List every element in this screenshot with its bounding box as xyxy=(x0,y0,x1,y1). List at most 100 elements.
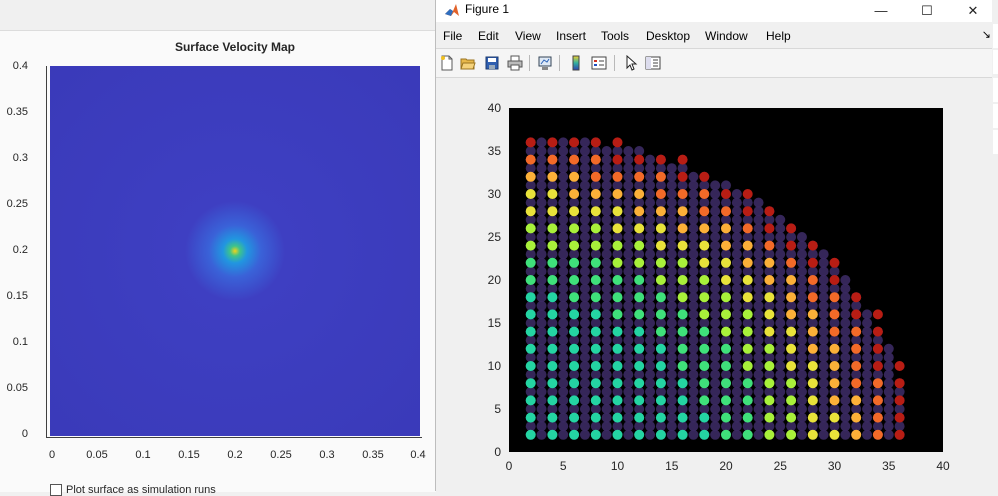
scatter-point xyxy=(731,369,742,380)
menu-view[interactable]: View xyxy=(515,29,541,43)
scatter-point xyxy=(645,189,656,199)
scatter-point xyxy=(623,206,634,217)
title-bar[interactable]: Figure 1 — ☐ ✕ xyxy=(436,0,998,22)
scatter-point xyxy=(862,343,873,354)
scatter-point xyxy=(807,412,818,423)
menu-tools[interactable]: Tools xyxy=(601,29,629,43)
scatter-point xyxy=(721,421,731,432)
y-tick-label: 0 xyxy=(494,445,501,459)
open-file-icon[interactable] xyxy=(460,55,476,71)
scatter-point xyxy=(569,386,580,397)
scatter-point xyxy=(590,309,601,320)
scatter-point xyxy=(666,378,677,389)
scatter-point xyxy=(558,163,569,174)
scatter-point xyxy=(579,206,590,217)
scatter-point xyxy=(536,275,547,285)
save-icon[interactable] xyxy=(484,55,500,71)
scatter-point xyxy=(547,232,558,242)
scatter-point xyxy=(579,335,590,346)
scatter-point xyxy=(645,300,656,311)
pointer-icon[interactable] xyxy=(623,55,639,71)
scatter-point xyxy=(612,292,623,303)
scatter-point xyxy=(569,326,580,337)
scatter-point xyxy=(796,369,807,380)
colorbar-icon[interactable] xyxy=(568,55,584,71)
scatter-point xyxy=(721,309,731,320)
scatter-point xyxy=(894,378,905,389)
scatter-point xyxy=(547,343,558,354)
scatter-point xyxy=(601,309,612,320)
minimize-button[interactable]: — xyxy=(858,0,904,22)
scatter-point xyxy=(645,343,656,354)
scatter-point xyxy=(579,266,590,277)
scatter-point xyxy=(645,429,656,440)
scatter-point xyxy=(775,275,786,285)
scatter-point xyxy=(786,318,797,328)
y-tick-label: 15 xyxy=(488,316,502,330)
menu-window[interactable]: Window xyxy=(705,29,748,43)
scatter-point xyxy=(699,421,710,432)
scatter-point xyxy=(666,232,677,242)
scatter-point xyxy=(525,352,536,363)
legend-icon[interactable] xyxy=(591,55,607,71)
scatter-point xyxy=(623,318,634,328)
y-tick-label: 0.15 xyxy=(6,290,28,302)
scatter-point xyxy=(623,180,634,191)
plot-surface-checkbox-row[interactable]: Plot surface as simulation runs xyxy=(50,484,216,496)
close-button[interactable]: ✕ xyxy=(950,0,996,22)
scatter-point xyxy=(818,249,829,260)
scatter-point xyxy=(764,249,775,260)
scatter-point xyxy=(699,404,710,414)
scatter-point xyxy=(569,352,580,363)
scatter-point xyxy=(851,318,862,328)
print-icon[interactable] xyxy=(507,55,523,71)
scatter-point xyxy=(851,421,862,432)
scatter-point xyxy=(623,240,634,251)
scatter-point xyxy=(666,404,677,414)
scatter-point xyxy=(569,361,580,371)
scatter-point xyxy=(634,180,645,191)
scatter-point xyxy=(590,352,601,363)
property-editor-icon[interactable] xyxy=(645,55,661,71)
scatter-point xyxy=(742,266,753,277)
plot-surface-checkbox[interactable] xyxy=(50,484,62,496)
maximize-button[interactable]: ☐ xyxy=(904,0,950,22)
scatter-point xyxy=(601,429,612,440)
scatter-point xyxy=(721,300,731,311)
scatter-point xyxy=(840,404,851,414)
scatter-point xyxy=(612,369,623,380)
scatter-point xyxy=(547,404,558,414)
scatter-point xyxy=(710,232,721,242)
menu-insert[interactable]: Insert xyxy=(556,29,586,43)
scatter-point xyxy=(764,361,775,371)
scatter-point xyxy=(547,309,558,320)
scatter-point xyxy=(601,146,612,156)
scatter-point xyxy=(862,326,873,337)
menu-desktop[interactable]: Desktop xyxy=(646,29,690,43)
scatter-point xyxy=(579,171,590,182)
scatter-point xyxy=(569,206,580,217)
new-figure-icon[interactable] xyxy=(439,55,455,71)
scatter-point xyxy=(655,361,666,371)
scatter-chart[interactable]: 0 5 10 15 20 25 30 35 40 0 5 10 15 20 25 30 35 40 xyxy=(436,78,998,491)
scatter-point xyxy=(764,223,775,234)
scatter-point xyxy=(525,429,536,440)
scatter-point xyxy=(862,378,873,389)
scatter-point xyxy=(601,361,612,371)
scatter-point xyxy=(796,257,807,268)
scatter-point xyxy=(753,335,764,346)
menu-file[interactable]: File xyxy=(443,29,462,43)
scatter-point xyxy=(645,386,656,397)
scatter-point xyxy=(753,197,764,208)
scatter-point xyxy=(786,275,797,285)
scatter-point xyxy=(655,206,666,217)
scatter-point xyxy=(634,292,645,303)
scatter-point xyxy=(655,197,666,208)
menu-help[interactable]: Help xyxy=(766,29,791,43)
menu-edit[interactable]: Edit xyxy=(478,29,499,43)
scatter-point xyxy=(699,189,710,199)
link-plot-icon[interactable] xyxy=(537,55,553,71)
scatter-point xyxy=(872,369,883,380)
dock-arrow-icon[interactable]: ↘ xyxy=(982,28,991,41)
scatter-point xyxy=(829,421,840,432)
